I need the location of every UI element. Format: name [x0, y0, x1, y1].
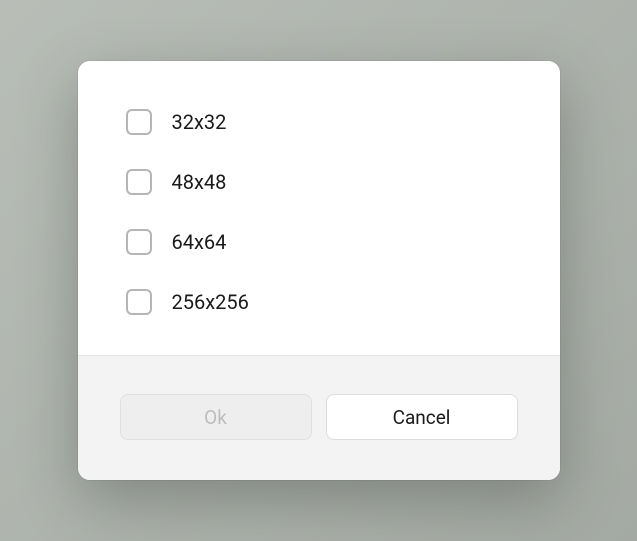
cancel-button[interactable]: Cancel — [326, 394, 518, 440]
option-label: 32x32 — [172, 110, 227, 134]
option-label: 64x64 — [172, 230, 227, 254]
checkbox-64x64[interactable] — [126, 229, 152, 255]
option-row-256x256: 256x256 — [126, 289, 512, 315]
ok-button[interactable]: Ok — [120, 394, 312, 440]
option-row-48x48: 48x48 — [126, 169, 512, 195]
checkbox-256x256[interactable] — [126, 289, 152, 315]
option-label: 48x48 — [172, 170, 227, 194]
dialog: 32x32 48x48 64x64 256x256 Ok Cancel — [78, 61, 560, 480]
dialog-footer: Ok Cancel — [78, 355, 560, 480]
checkbox-48x48[interactable] — [126, 169, 152, 195]
option-row-64x64: 64x64 — [126, 229, 512, 255]
dialog-body: 32x32 48x48 64x64 256x256 — [78, 61, 560, 355]
checkbox-32x32[interactable] — [126, 109, 152, 135]
option-label: 256x256 — [172, 290, 249, 314]
option-row-32x32: 32x32 — [126, 109, 512, 135]
